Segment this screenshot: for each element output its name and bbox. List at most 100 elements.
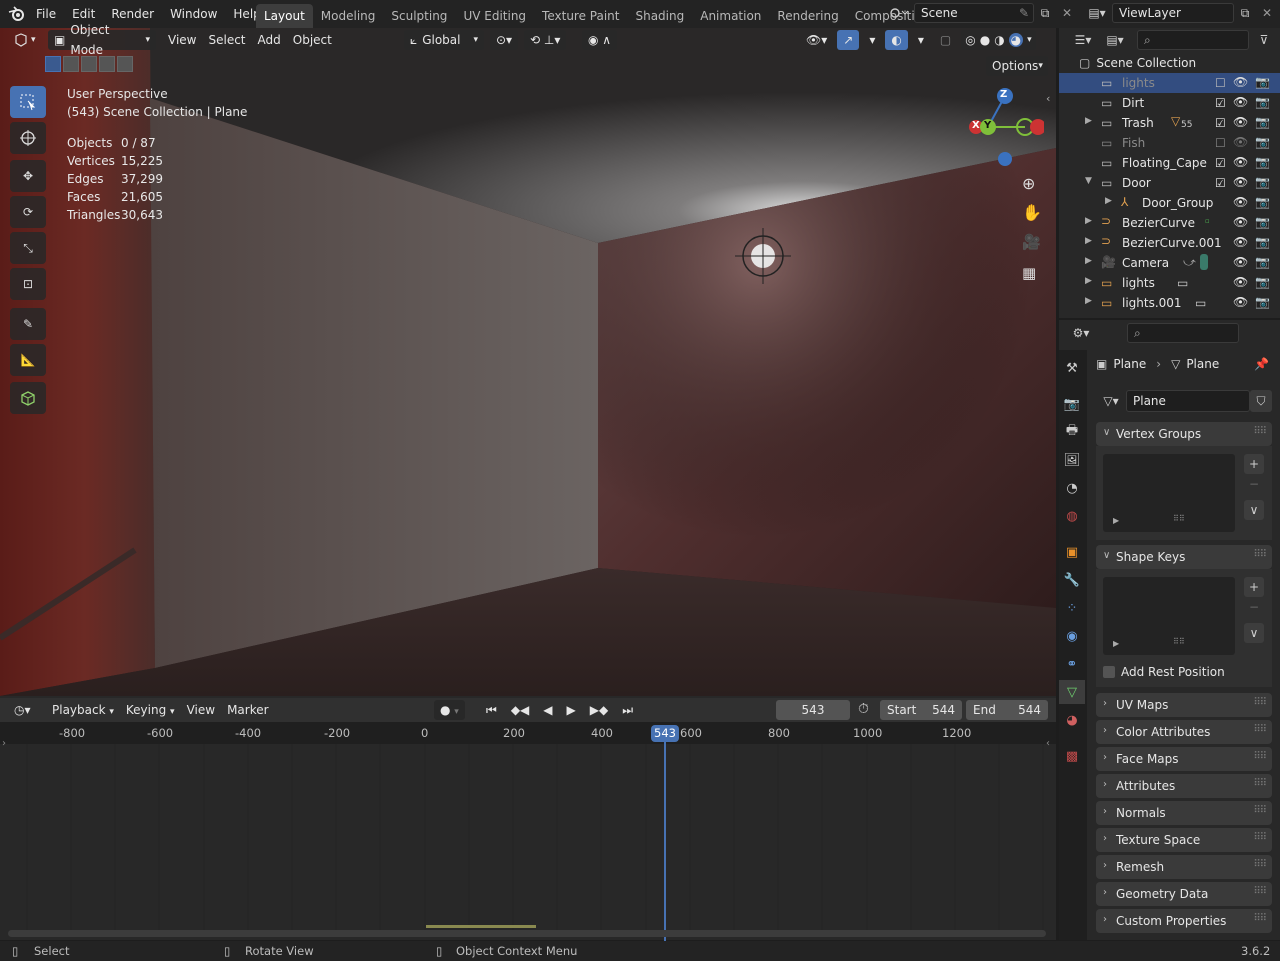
- tab-uv-editing[interactable]: UV Editing: [455, 4, 534, 28]
- remove-shape-key-button[interactable]: −: [1244, 597, 1264, 617]
- render-tab-icon[interactable]: 📷: [1059, 392, 1085, 416]
- menu-window[interactable]: Window: [162, 0, 225, 28]
- overlay-toggle-icon[interactable]: ◐: [885, 30, 908, 50]
- render-camera-icon[interactable]: 📷: [1255, 75, 1270, 89]
- play-reverse-icon[interactable]: ◀: [537, 700, 558, 720]
- constraints-tab-icon[interactable]: ⚭: [1059, 652, 1085, 676]
- rendered-shading-icon[interactable]: ◕: [1008, 33, 1024, 47]
- drag-grip-icon[interactable]: ⠿⠿: [1253, 859, 1267, 870]
- color-attributes-panel-header[interactable]: › Color Attributes ⠿⠿: [1096, 720, 1272, 744]
- eye-icon[interactable]: 👁: [1233, 175, 1248, 189]
- drag-grip-icon[interactable]: ⠿⠿: [1253, 724, 1267, 735]
- outliner-search-input[interactable]: ⌕: [1137, 30, 1249, 50]
- outliner-row[interactable]: ▶ ⊃ BezierCurve.001 👁 📷: [1059, 233, 1280, 253]
- scene-collection-row[interactable]: ▢ Scene Collection: [1059, 53, 1280, 73]
- menu-add[interactable]: Add: [252, 30, 287, 50]
- timeline-editor-type-button[interactable]: ◷▾: [8, 700, 37, 720]
- navigation-gizmo[interactable]: Z Y X: [968, 86, 1046, 168]
- vertex-groups-panel-header[interactable]: ∨ Vertex Groups ⠿⠿: [1096, 422, 1272, 446]
- eye-icon[interactable]: 👁: [1233, 95, 1248, 109]
- select-invert-icon[interactable]: [99, 56, 115, 72]
- measure-tool-icon[interactable]: 📐: [10, 344, 46, 376]
- render-camera-icon[interactable]: 📷: [1255, 135, 1270, 149]
- tab-shading[interactable]: Shading: [627, 4, 692, 28]
- collapse-arrow-icon[interactable]: ▼: [1085, 176, 1092, 186]
- tab-rendering[interactable]: Rendering: [769, 4, 846, 28]
- add-rest-position-row[interactable]: Add Rest Position: [1103, 665, 1225, 679]
- xray-toggle-icon[interactable]: ▢: [934, 30, 957, 50]
- vertex-groups-list[interactable]: ▶ ⠿⠿: [1103, 454, 1235, 532]
- object-tab-icon[interactable]: ▣: [1059, 540, 1085, 564]
- select-new-icon[interactable]: [45, 56, 61, 72]
- render-camera-icon[interactable]: 📷: [1255, 255, 1270, 269]
- face-maps-panel-header[interactable]: › Face Maps ⠿⠿: [1096, 747, 1272, 771]
- snap-toggle-icon[interactable]: ⟲ ⊥▾: [524, 30, 567, 50]
- list-resize-grip-icon[interactable]: ⠿⠿: [1173, 637, 1185, 646]
- new-viewlayer-icon[interactable]: ⧉: [1234, 3, 1256, 23]
- material-shading-icon[interactable]: ◑: [994, 33, 1004, 47]
- timeline-scrollbar[interactable]: [8, 930, 1046, 937]
- shape-key-specials-button[interactable]: ∨: [1244, 623, 1264, 643]
- eye-icon[interactable]: 👁: [1233, 195, 1248, 209]
- remove-vertex-group-button[interactable]: −: [1244, 474, 1264, 494]
- mesh-browse-button[interactable]: ▽▾: [1096, 390, 1126, 412]
- render-camera-icon[interactable]: 📷: [1255, 215, 1270, 229]
- texture-tab-icon[interactable]: ▩: [1059, 744, 1085, 768]
- drag-grip-icon[interactable]: ⠿⠿: [1253, 778, 1267, 789]
- perspective-toggle-icon[interactable]: ▦: [1022, 264, 1036, 282]
- exclude-checkbox[interactable]: ☑: [1215, 96, 1226, 110]
- tab-modeling[interactable]: Modeling: [313, 4, 384, 28]
- blender-logo-icon[interactable]: [8, 6, 26, 22]
- select-intersect-icon[interactable]: [117, 56, 133, 72]
- scene-browse-button[interactable]: [884, 3, 914, 23]
- start-frame-field[interactable]: Start 544: [880, 700, 962, 720]
- pivot-point-button[interactable]: ⊙▾: [490, 30, 519, 50]
- remesh-panel-header[interactable]: › Remesh ⠿⠿: [1096, 855, 1272, 879]
- tab-animation[interactable]: Animation: [692, 4, 769, 28]
- mesh-name-field[interactable]: Plane: [1126, 390, 1250, 412]
- play-icon[interactable]: ▶: [561, 700, 582, 720]
- physics-tab-icon[interactable]: ◉: [1059, 624, 1085, 648]
- fake-user-shield-icon[interactable]: ⛉: [1250, 390, 1272, 412]
- select-box-tool-icon[interactable]: [10, 86, 46, 118]
- menu-file[interactable]: File: [28, 0, 64, 28]
- drag-grip-icon[interactable]: ⠿⠿: [1253, 697, 1267, 708]
- outliner-row[interactable]: ▶ ▭ lights.001 ▭ 👁 📷: [1059, 293, 1280, 313]
- rotate-tool-icon[interactable]: ⟳: [10, 196, 46, 228]
- playhead-frame-badge[interactable]: 543: [651, 725, 679, 742]
- outliner-row[interactable]: ▭ Floating_Cape ☑ 👁 📷: [1059, 153, 1280, 173]
- transform-tool-icon[interactable]: ⊡: [10, 268, 46, 300]
- gizmo-dropdown[interactable]: ▾: [863, 30, 881, 50]
- mesh-data-tab-icon[interactable]: ▽: [1059, 680, 1085, 704]
- end-frame-field[interactable]: End 544: [966, 700, 1048, 720]
- outliner-row[interactable]: ▶ ⅄ Door_Group 👁 📷: [1059, 193, 1280, 213]
- select-subtract-icon[interactable]: [81, 56, 97, 72]
- eye-icon[interactable]: 👁: [1233, 155, 1248, 169]
- drag-grip-icon[interactable]: ⠿⠿: [1253, 751, 1267, 762]
- annotate-tool-icon[interactable]: ✎: [10, 308, 46, 340]
- render-camera-icon[interactable]: 📷: [1255, 195, 1270, 209]
- select-extend-icon[interactable]: [63, 56, 79, 72]
- shape-keys-list[interactable]: ▶ ⠿⠿: [1103, 577, 1235, 655]
- editor-type-button[interactable]: ▾: [8, 30, 42, 50]
- render-camera-icon[interactable]: 📷: [1255, 275, 1270, 289]
- exclude-checkbox[interactable]: ☑: [1215, 116, 1226, 130]
- gizmo-toggle-icon[interactable]: ↗: [837, 30, 860, 50]
- eye-icon[interactable]: 👁: [1233, 75, 1248, 89]
- solid-shading-icon[interactable]: ●: [980, 33, 990, 47]
- timeline-expand-icon[interactable]: ›: [2, 738, 6, 749]
- list-filter-arrow-icon[interactable]: ▶: [1113, 639, 1119, 648]
- add-cube-tool-icon[interactable]: [10, 382, 46, 414]
- render-camera-icon[interactable]: 📷: [1255, 115, 1270, 129]
- expand-arrow-icon[interactable]: ▶: [1085, 296, 1092, 306]
- move-tool-icon[interactable]: ✥: [10, 160, 46, 192]
- expand-arrow-icon[interactable]: ▶: [1085, 236, 1092, 246]
- menu-playback[interactable]: Playback ▾: [46, 700, 120, 720]
- exclude-checkbox[interactable]: ☐: [1215, 136, 1226, 150]
- uv-maps-panel-header[interactable]: › UV Maps ⠿⠿: [1096, 693, 1272, 717]
- eye-icon[interactable]: 👁: [1233, 275, 1248, 289]
- tab-texture-paint[interactable]: Texture Paint: [534, 4, 627, 28]
- viewlayer-name-field[interactable]: ViewLayer: [1112, 3, 1234, 23]
- eye-icon[interactable]: 👁: [1233, 115, 1248, 129]
- custom-properties-panel-header[interactable]: › Custom Properties ⠿⠿: [1096, 909, 1272, 933]
